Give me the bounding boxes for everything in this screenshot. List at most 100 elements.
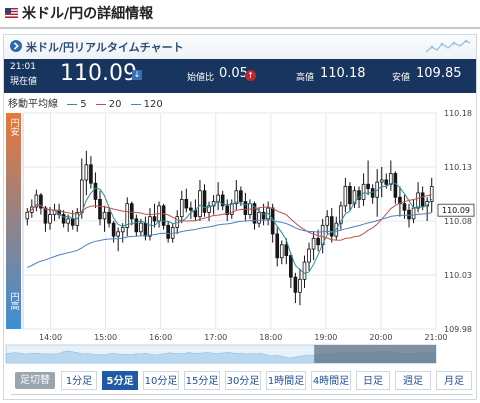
- candle-body: [416, 192, 420, 209]
- candle-body: [143, 222, 148, 237]
- candle-body: [61, 214, 66, 224]
- page-header: 米ドル/円の詳細情報: [0, 0, 480, 27]
- candle-body: [311, 237, 316, 250]
- candle-body: [379, 179, 384, 183]
- candle-body: [179, 199, 184, 218]
- x-tick-label: 21:00: [424, 333, 447, 342]
- candlestick-chart[interactable]: 円安円高 110.18 110.13 110.08 110.03 109.98 14:00 1…: [4, 107, 476, 365]
- quote-bar: 21:01 現在値 110.09 ↓ 始値比 0.05 ↑ 高値 110.18 …: [4, 59, 476, 93]
- candle-body: [66, 218, 70, 224]
- y-tick-label: 110.18: [444, 109, 472, 118]
- timeframe-button[interactable]: 15分足: [184, 371, 220, 390]
- timeframe-button[interactable]: 30分足: [225, 371, 261, 390]
- timeframe-button[interactable]: 1分足: [61, 371, 97, 390]
- quote-time: 21:01: [10, 62, 36, 72]
- timeframe-button[interactable]: 1時間足: [266, 371, 306, 390]
- candle-body: [98, 199, 102, 220]
- timeframe-button[interactable]: 月足: [436, 371, 472, 390]
- candle-body: [79, 179, 84, 213]
- candle-body: [111, 222, 116, 237]
- candle-body: [284, 244, 289, 256]
- candle-body: [343, 186, 348, 207]
- down-arrow-icon: ↓: [132, 70, 142, 80]
- candle-body: [166, 224, 170, 239]
- timeframe-button[interactable]: 4時間足: [311, 371, 351, 390]
- candle-body: [302, 261, 307, 280]
- candle-body: [361, 183, 366, 200]
- chart-panel: 米ドル/円リアルタイムチャート 21:01 現在値 110.09 ↓ 始値比 0…: [3, 34, 477, 400]
- timeframe-button[interactable]: 週足: [395, 371, 431, 390]
- change-value: 0.05: [219, 66, 248, 81]
- candle-body: [152, 216, 157, 222]
- yen-strong-label: 円高: [9, 292, 20, 311]
- x-tick-label: 17:00: [204, 333, 227, 342]
- candle-body: [279, 244, 284, 259]
- x-tick-label: 14:00: [39, 333, 62, 342]
- candle-body: [325, 216, 330, 226]
- low-label: 安値: [392, 73, 411, 83]
- low-value: 109.85: [416, 66, 462, 81]
- candle-body: [316, 237, 320, 246]
- candle-body: [420, 192, 425, 207]
- us-flag-icon: [5, 8, 18, 18]
- header-divider: [0, 27, 480, 29]
- up-arrow-icon: ↑: [245, 70, 256, 81]
- timeframe-divider: [11, 394, 473, 395]
- candle-body: [48, 214, 52, 224]
- current-price: 110.09: [60, 61, 137, 86]
- candle-body: [307, 248, 311, 263]
- candle-body: [25, 211, 30, 220]
- x-tick-label: 15:00: [94, 333, 117, 342]
- timeframe-button[interactable]: 5分足: [102, 371, 138, 390]
- quote-caption: 現在値: [10, 77, 38, 87]
- timeframe-button[interactable]: 10分足: [143, 371, 179, 390]
- candle-body: [298, 278, 302, 293]
- candle-body: [129, 203, 134, 220]
- candle-body: [389, 173, 393, 185]
- candle-body: [289, 255, 293, 278]
- chevron-right-icon: [10, 40, 22, 52]
- candle-body: [139, 222, 143, 233]
- candle-body: [70, 218, 75, 226]
- panel-title: 米ドル/円リアルタイムチャート: [26, 41, 184, 54]
- candle-body: [184, 199, 189, 209]
- y-tick-label: 110.08: [444, 217, 472, 226]
- change-label: 始値比: [187, 73, 215, 83]
- candle-body: [116, 231, 120, 237]
- candle-body: [293, 276, 298, 293]
- panel-header: 米ドル/円リアルタイムチャート: [4, 35, 476, 60]
- timeframe-label: 足切替: [15, 372, 55, 389]
- y-tick-label: 110.03: [444, 271, 472, 280]
- y-tick-label: 110.13: [444, 163, 472, 172]
- candle-body: [202, 190, 207, 213]
- candle-body: [407, 209, 411, 220]
- candle-body: [370, 188, 375, 198]
- candle-body: [257, 211, 261, 224]
- candle-body: [84, 164, 89, 181]
- candle-body: [239, 190, 243, 202]
- candle-body: [275, 233, 280, 259]
- candle-body: [198, 190, 202, 218]
- high-label: 高値: [296, 73, 315, 83]
- candle-body: [120, 227, 125, 233]
- x-tick-label: 16:00: [149, 333, 172, 342]
- page-title: 米ドル/円の詳細情報: [22, 6, 154, 22]
- candle-body: [93, 182, 98, 200]
- candle-body: [102, 211, 107, 220]
- candle-body: [243, 201, 248, 215]
- candle-body: [43, 207, 48, 224]
- candle-body: [107, 211, 111, 224]
- candle-body: [148, 216, 152, 237]
- candle-body: [134, 218, 139, 233]
- current-price-label: 110.09: [442, 206, 470, 215]
- yen-weak-label: 円安: [9, 118, 20, 137]
- timeframe-button[interactable]: 日足: [356, 371, 390, 390]
- candle-body: [89, 164, 93, 184]
- x-tick-label: 20:00: [369, 333, 392, 342]
- candle-body: [189, 207, 193, 211]
- candle-body: [161, 205, 166, 226]
- timeframe-bar: 足切替 1分足 5分足 10分足 15分足 30分足 1時間足 4時間足 日足 週足 月足: [7, 366, 475, 396]
- candle-body: [402, 203, 407, 211]
- candle-body: [393, 173, 398, 198]
- candle-body: [366, 183, 370, 189]
